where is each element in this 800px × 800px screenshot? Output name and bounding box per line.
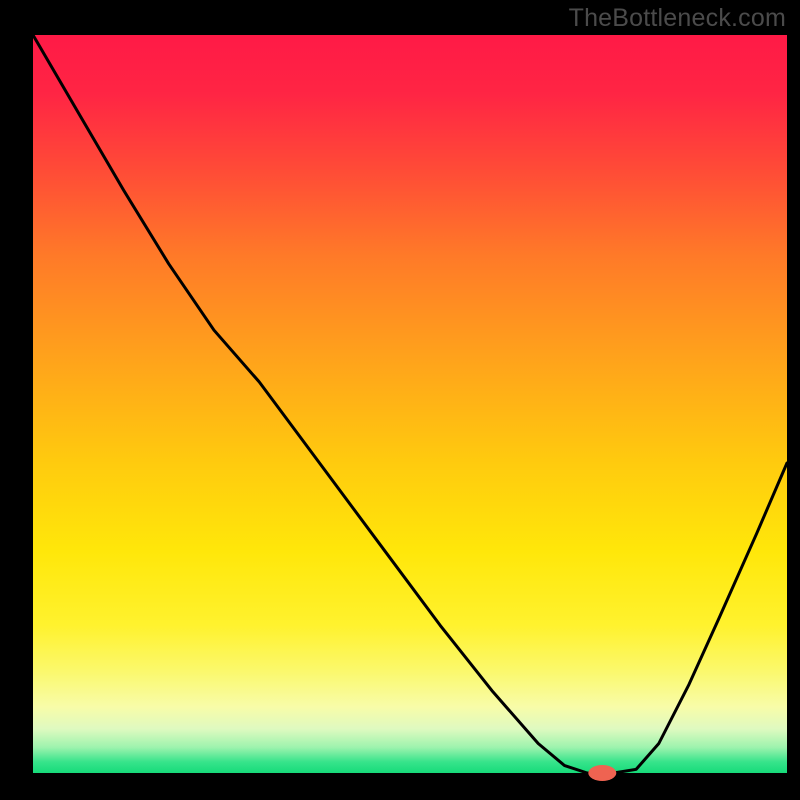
plot-background (33, 35, 787, 773)
bottleneck-chart (0, 0, 800, 800)
optimal-marker (588, 765, 616, 781)
chart-stage: TheBottleneck.com (0, 0, 800, 800)
watermark-text: TheBottleneck.com (569, 4, 786, 33)
